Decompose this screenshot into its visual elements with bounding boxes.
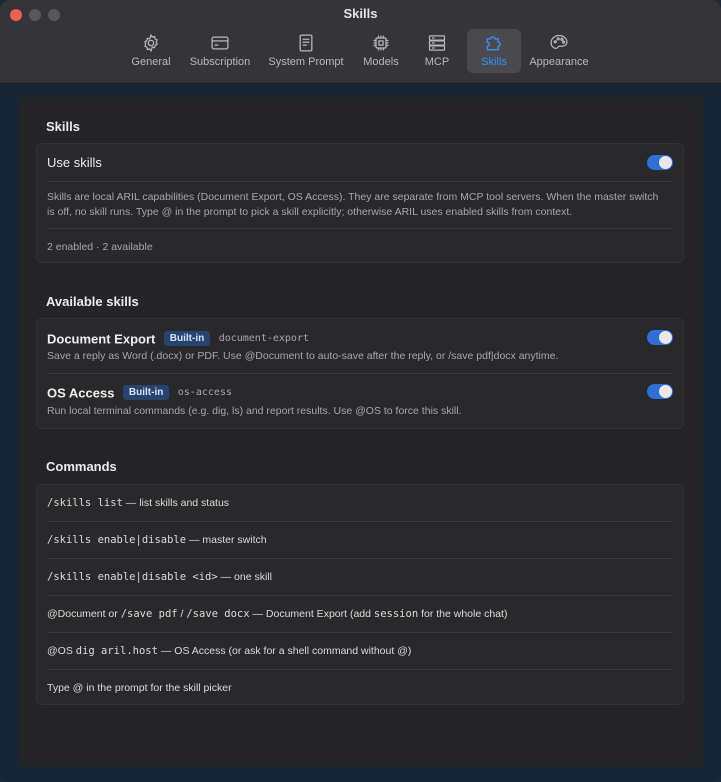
os-access-toggle[interactable]	[647, 384, 673, 399]
tab-subscription[interactable]: Subscription	[183, 29, 257, 73]
tab-skills[interactable]: Skills	[467, 29, 521, 73]
command-code: /skills enable|disable <id>	[47, 571, 218, 583]
use-skills-label: Use skills	[47, 155, 102, 170]
window-title: Skills	[343, 6, 378, 21]
section-title-commands: Commands	[46, 459, 117, 474]
tab-general[interactable]: General	[126, 29, 176, 73]
skill-id: os-access	[177, 387, 232, 399]
command-text: @OS	[47, 645, 76, 657]
skill-name: OS Access	[47, 385, 115, 401]
command-text: — OS Access (or ask for a shell command …	[157, 645, 412, 657]
command-row: Type @ in the prompt for the skill picke…	[47, 682, 232, 694]
command-row: @Document or /save pdf / /save docx — Do…	[47, 608, 507, 620]
gear-icon	[144, 33, 158, 53]
skill-id: document-export	[218, 333, 309, 345]
command-row: /skills enable|disable <id> — one skill	[47, 571, 272, 583]
tab-appearance[interactable]: Appearance	[525, 29, 593, 73]
divider	[47, 181, 673, 182]
settings-window: Skills General Subscription System Promp…	[0, 0, 721, 782]
command-text: @Document or	[47, 608, 121, 620]
command-text: — master switch	[186, 534, 267, 546]
skill-description: Run local terminal commands (e.g. dig, l…	[47, 405, 462, 417]
command-text: Type @ in the prompt for the skill picke…	[47, 682, 232, 694]
built-in-badge: Built-in	[163, 331, 211, 347]
section-title-skills: Skills	[46, 119, 80, 134]
toggle-knob	[659, 331, 672, 344]
skills-description: Skills are local ARIL capabilities (Docu…	[47, 191, 659, 218]
command-text: — one skill	[217, 571, 272, 583]
divider	[47, 373, 673, 374]
skills-settings-panel: Skills Use skills Skills are local ARIL …	[18, 97, 703, 767]
divider	[47, 595, 673, 596]
document-export-toggle[interactable]	[647, 330, 673, 345]
divider	[47, 521, 673, 522]
skill-name: Document Export	[47, 331, 156, 347]
server-icon	[428, 35, 446, 51]
command-code: /skills list	[47, 497, 123, 509]
section-title-available-skills: Available skills	[46, 294, 139, 309]
command-row: /skills list — list skills and status	[47, 497, 229, 509]
titlebar: Skills General Subscription System Promp…	[0, 0, 721, 84]
command-text: — Document Export (add	[249, 608, 374, 620]
command-code: /save docx	[186, 608, 250, 620]
command-code: dig aril.host	[75, 645, 158, 657]
settings-tabs: General Subscription System Prompt Model…	[0, 29, 721, 75]
built-in-badge: Built-in	[122, 385, 170, 401]
command-code: /skills enable|disable	[47, 534, 187, 546]
divider	[47, 558, 673, 559]
tab-mcp[interactable]: MCP	[412, 29, 462, 73]
skills-status: 2 enabled · 2 available	[47, 241, 153, 253]
command-row: @OS dig aril.host — OS Access (or ask fo…	[47, 645, 411, 657]
skills-master-card: Use skills Skills are local ARIL capabil…	[36, 143, 684, 263]
divider	[47, 632, 673, 633]
tab-models[interactable]: Models	[356, 29, 406, 73]
palette-icon	[550, 34, 568, 50]
skill-header-document-export: Document Export Built-in document-export	[47, 330, 309, 348]
command-text: for the whole chat)	[418, 608, 508, 620]
tab-system-prompt[interactable]: System Prompt	[262, 29, 350, 73]
chip-icon	[373, 35, 389, 51]
toggle-knob	[659, 385, 672, 398]
command-row: /skills enable|disable — master switch	[47, 534, 267, 546]
credit-card-icon	[211, 36, 229, 50]
divider	[47, 669, 673, 670]
available-skills-card: Document Export Built-in document-export…	[36, 318, 684, 429]
skill-header-os-access: OS Access Built-in os-access	[47, 384, 232, 402]
command-code: session	[373, 608, 419, 620]
command-code: /save pdf	[120, 608, 178, 620]
skill-description: Save a reply as Word (.docx) or PDF. Use…	[47, 350, 559, 362]
document-icon	[299, 34, 313, 52]
commands-card: /skills list — list skills and status /s…	[36, 484, 684, 705]
command-text: — list skills and status	[122, 497, 230, 509]
puzzle-icon	[486, 36, 501, 51]
use-skills-toggle[interactable]	[647, 155, 673, 170]
divider	[47, 228, 673, 229]
toggle-knob	[659, 156, 672, 169]
